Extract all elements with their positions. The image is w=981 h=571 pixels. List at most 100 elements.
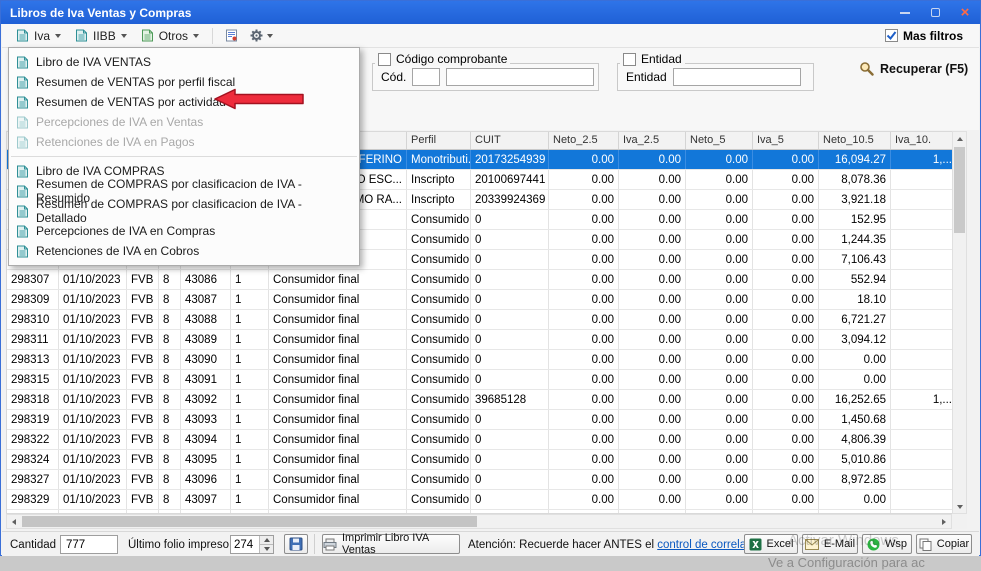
scroll-right-button[interactable] <box>937 515 950 528</box>
entidad-checkbox[interactable]: Entidad <box>620 52 685 66</box>
vertical-scrollbar[interactable] <box>952 131 967 514</box>
grid-row[interactable]: 29832901/10/2023FVB8430971Consumidor fin… <box>7 490 952 510</box>
grid-cell: 1 <box>231 310 269 329</box>
vertical-scrollbar-thumb[interactable] <box>954 147 965 233</box>
grid-cell: Consumidor final <box>269 370 407 389</box>
grid-header-cell[interactable]: Neto_5 <box>686 132 753 149</box>
mas-filtros-checkbox[interactable]: Mas filtros <box>885 29 971 43</box>
grid-cell: 552.94 <box>819 270 891 289</box>
grid-cell: 1 <box>231 290 269 309</box>
cod-input-1[interactable] <box>412 68 440 86</box>
maximize-button[interactable] <box>920 1 950 24</box>
grid-header-cell[interactable]: Perfil <box>407 132 471 149</box>
spin-up-button[interactable] <box>260 536 273 544</box>
grid-cell: 0 <box>471 430 549 449</box>
report-button[interactable] <box>220 27 243 44</box>
menu-item[interactable]: Resumen de VENTAS por actividad <box>9 92 359 112</box>
grid-row[interactable]: 29831301/10/2023FVB8430901Consumidor fin… <box>7 350 952 370</box>
grid-row[interactable]: 29831101/10/2023FVB8430891Consumidor fin… <box>7 330 952 350</box>
wsp-button[interactable]: Wsp <box>862 534 912 554</box>
grid-cell: Consumido... <box>407 490 471 509</box>
close-icon: × <box>961 5 970 20</box>
grid-cell: 0.00 <box>819 350 891 369</box>
grid-cell: 43093 <box>181 410 231 429</box>
grid-cell: Consumidor final <box>269 390 407 409</box>
scroll-down-button[interactable] <box>953 500 966 513</box>
grid-header-cell[interactable]: Iva_5 <box>753 132 819 149</box>
recuperar-button[interactable]: Recuperar (F5) <box>859 61 968 76</box>
imprimir-label: Imprimir Libro IVA Ventas <box>342 532 459 556</box>
grid-cell: 16,252.65 <box>819 390 891 409</box>
grid-cell: 8 <box>159 430 181 449</box>
gear-icon <box>250 29 263 42</box>
grid-cell: 8 <box>159 450 181 469</box>
menu-item[interactable]: Resumen de VENTAS por perfil fiscal <box>9 72 359 92</box>
menu-item-label: Retenciones de IVA en Pagos <box>36 135 195 149</box>
grid-cell: 0.00 <box>619 190 686 209</box>
grid-cell: 0 <box>471 370 549 389</box>
grid-cell: 0.00 <box>686 170 753 189</box>
grid-row[interactable]: 29831501/10/2023FVB8430911Consumidor fin… <box>7 370 952 390</box>
copiar-button[interactable]: Copiar <box>916 534 972 554</box>
excel-button[interactable]: Excel <box>744 534 798 554</box>
grid-header-cell[interactable]: Neto_2.5 <box>549 132 619 149</box>
statusbar-separator <box>314 534 315 554</box>
grid-row[interactable]: 29830701/10/2023FVB8430861Consumidor fin… <box>7 270 952 290</box>
e-mail-button[interactable]: E-Mail <box>802 534 858 554</box>
scroll-up-button[interactable] <box>953 132 966 145</box>
grid-header-cell[interactable]: CUIT <box>471 132 549 149</box>
grid-cell: 1 <box>231 450 269 469</box>
grid-cell: 8 <box>159 270 181 289</box>
grid-cell: 0.00 <box>549 390 619 409</box>
entidad-input[interactable] <box>673 68 801 86</box>
grid-cell: Consumido... <box>407 450 471 469</box>
grid-cell: 0.00 <box>549 250 619 269</box>
checkbox-unchecked-icon <box>378 53 391 66</box>
minimize-button[interactable] <box>890 1 920 24</box>
grid-cell: 0.00 <box>753 330 819 349</box>
grid-header-cell[interactable]: Neto_10.5 <box>819 132 891 149</box>
grid-cell <box>891 210 952 229</box>
cod-input-2[interactable] <box>446 68 594 86</box>
folio-input[interactable] <box>231 536 259 553</box>
grid-row[interactable]: 29831801/10/2023FVB8430921Consumidor fin… <box>7 390 952 410</box>
grid-row[interactable]: 29831001/10/2023FVB8430881Consumidor fin… <box>7 310 952 330</box>
grid-row[interactable]: 29832701/10/2023FVB8430961Consumidor fin… <box>7 470 952 490</box>
grid-cell: 5,010.86 <box>819 450 891 469</box>
grid-cell <box>891 310 952 329</box>
menu-otros[interactable]: Otros <box>135 27 205 45</box>
grid-row[interactable]: 29832401/10/2023FVB8430951Consumidor fin… <box>7 450 952 470</box>
horizontal-scrollbar[interactable] <box>6 514 952 529</box>
close-button[interactable]: × <box>950 1 980 24</box>
grid-header-cell[interactable]: Iva_2.5 <box>619 132 686 149</box>
settings-button[interactable] <box>245 27 278 44</box>
excel-icon <box>749 538 762 551</box>
grid-cell: 01/10/2023 <box>59 490 127 509</box>
grid-header-cell[interactable]: Iva_10. <box>891 132 952 149</box>
grid-cell: FVB <box>127 350 159 369</box>
horizontal-scrollbar-thumb[interactable] <box>22 516 477 527</box>
grid-row[interactable]: 29830901/10/2023FVB8430871Consumidor fin… <box>7 290 952 310</box>
grid-cell: Consumido... <box>407 390 471 409</box>
grid-cell: 0.00 <box>549 370 619 389</box>
menu-iibb-label: IIBB <box>93 29 116 43</box>
menu-item[interactable]: Resumen de COMPRAS por clasificacion de … <box>9 201 359 221</box>
grid-cell: Consumido... <box>407 310 471 329</box>
menu-item[interactable]: Retenciones de IVA en Cobros <box>9 241 359 261</box>
grid-row[interactable]: 29831901/10/2023FVB8430931Consumidor fin… <box>7 410 952 430</box>
grid-row[interactable]: 29832201/10/2023FVB8430941Consumidor fin… <box>7 430 952 450</box>
grid-cell: 0.00 <box>619 230 686 249</box>
status-bar: Cantidad 777 Último folio impreso Imprim… <box>2 531 979 556</box>
scroll-left-button[interactable] <box>7 515 20 528</box>
grid-cell: 298309 <box>7 290 59 309</box>
menu-iibb[interactable]: IIBB <box>69 27 133 45</box>
menu-iva[interactable]: Iva <box>10 27 67 45</box>
save-folio-button[interactable] <box>284 534 308 554</box>
codigo-comprobante-checkbox[interactable]: Código comprobante <box>375 52 510 66</box>
menu-item[interactable]: Libro de IVA VENTAS <box>9 52 359 72</box>
imprimir-button[interactable]: Imprimir Libro IVA Ventas <box>322 534 460 554</box>
report-icon <box>225 29 238 42</box>
spin-down-button[interactable] <box>260 544 273 553</box>
grid-cell: 1,... <box>891 150 952 169</box>
window-title: Libros de Iva Ventas y Compras <box>1 6 191 20</box>
